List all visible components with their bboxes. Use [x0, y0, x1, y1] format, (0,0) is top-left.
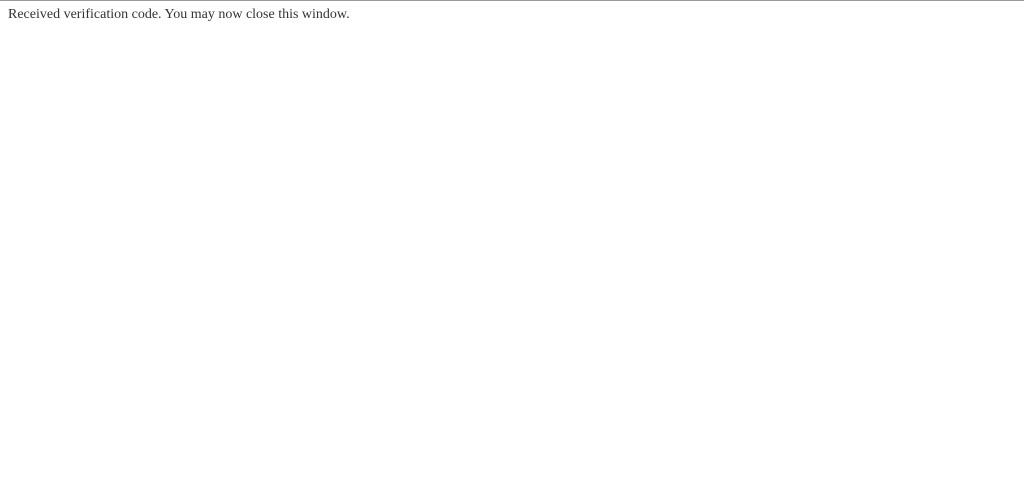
verification-message: Received verification code. You may now …: [0, 1, 1024, 24]
